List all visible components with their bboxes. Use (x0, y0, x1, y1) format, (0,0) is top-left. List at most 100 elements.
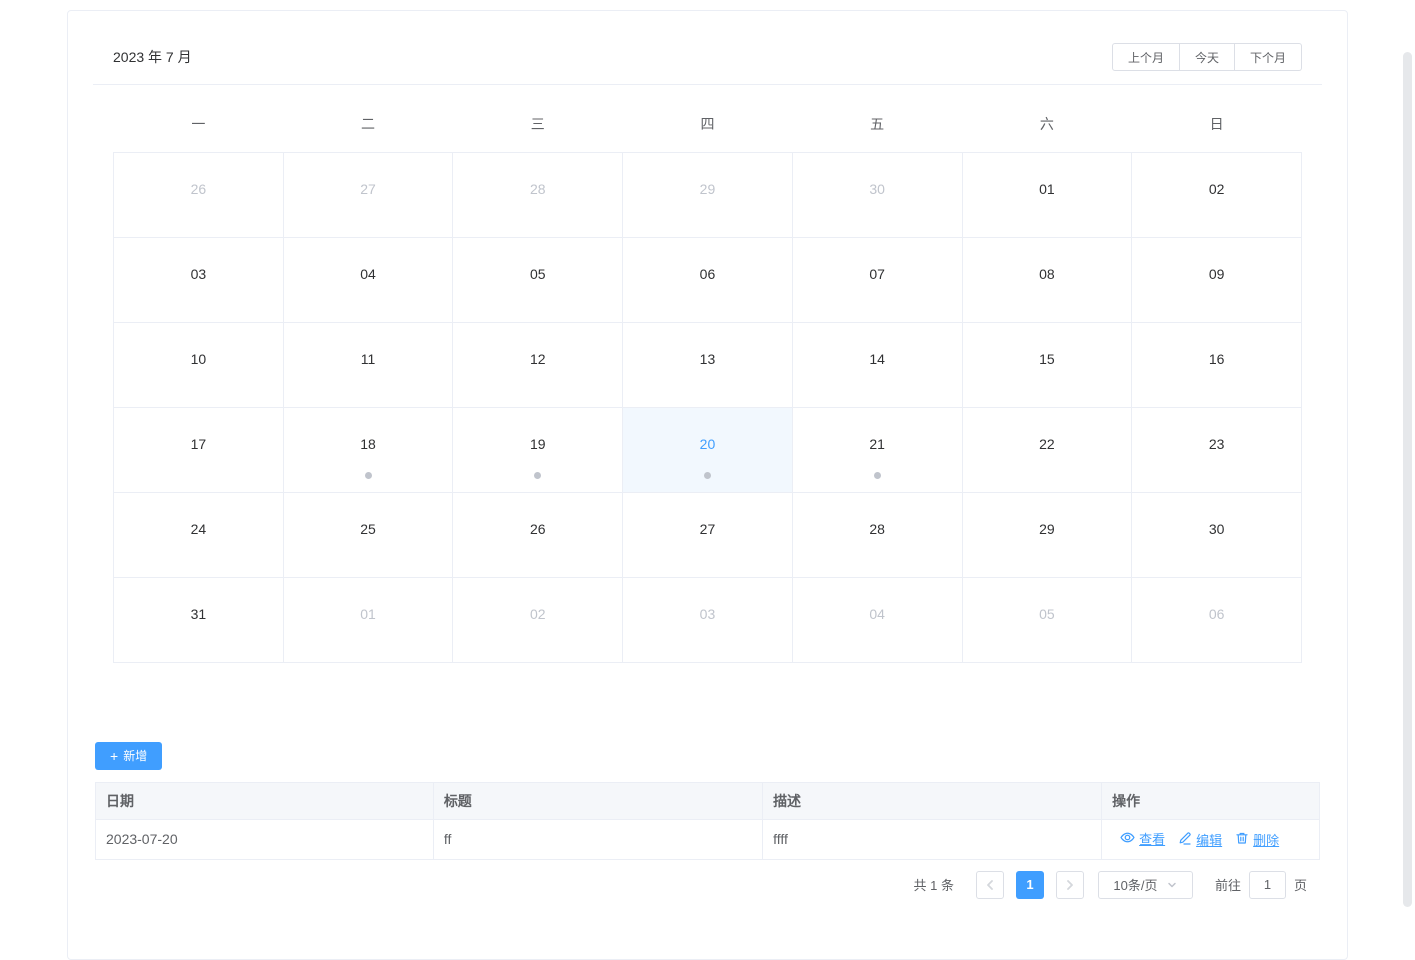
page-size-select[interactable]: 10条/页 (1098, 871, 1193, 899)
column-header: 描述 (763, 782, 1102, 819)
day-number: 05 (1039, 606, 1055, 622)
view-button[interactable]: 查看 (1120, 829, 1165, 848)
records-section: + 新增 日期标题描述操作 2023-07-20ffffff查看编辑删除 共 1… (95, 742, 1320, 899)
calendar-day-14[interactable]: 14 (792, 322, 962, 407)
table-row: 2023-07-20ffffff查看编辑删除 (96, 819, 1320, 859)
calendar-day-26[interactable]: 26 (453, 492, 623, 577)
calendar-day-10[interactable]: 10 (114, 322, 284, 407)
day-number: 01 (1039, 181, 1055, 197)
day-number: 30 (869, 181, 885, 197)
calendar-day-26[interactable]: 26 (114, 152, 284, 237)
chevron-left-icon (985, 879, 995, 891)
calendar-header: 2023 年 7 月 上个月 今天 下个月 (93, 11, 1322, 85)
calendar-day-08[interactable]: 08 (962, 237, 1132, 322)
event-dot (365, 472, 372, 479)
calendar-day-03[interactable]: 03 (623, 577, 793, 662)
calendar-day-03[interactable]: 03 (114, 237, 284, 322)
chevron-right-icon (1065, 879, 1075, 891)
calendar-day-23[interactable]: 23 (1132, 407, 1302, 492)
cell-date: 2023-07-20 (96, 819, 434, 859)
day-number: 16 (1209, 351, 1225, 367)
delete-button[interactable]: 删除 (1235, 830, 1279, 849)
calendar-day-15[interactable]: 15 (962, 322, 1132, 407)
calendar-day-18[interactable]: 18 (283, 407, 453, 492)
page-size-value: 10条/页 (1113, 875, 1157, 894)
calendar-day-27[interactable]: 27 (623, 492, 793, 577)
calendar-day-05[interactable]: 05 (453, 237, 623, 322)
goto-label: 前往 (1215, 875, 1241, 894)
day-number: 27 (360, 181, 376, 197)
weekday-header: 五 (792, 97, 962, 152)
eye-icon (1120, 830, 1135, 848)
calendar-day-07[interactable]: 07 (792, 237, 962, 322)
calendar-day-24[interactable]: 24 (114, 492, 284, 577)
calendar-day-01[interactable]: 01 (962, 152, 1132, 237)
calendar-day-29[interactable]: 29 (623, 152, 793, 237)
day-number: 01 (360, 606, 376, 622)
scrollbar-thumb[interactable] (1403, 52, 1412, 907)
calendar-day-13[interactable]: 13 (623, 322, 793, 407)
calendar-body: 一二三四五六日 26272829300102030405060708091011… (93, 85, 1322, 698)
plus-icon: + (110, 749, 118, 763)
calendar-day-30[interactable]: 30 (1132, 492, 1302, 577)
calendar-day-12[interactable]: 12 (453, 322, 623, 407)
day-number: 04 (869, 606, 885, 622)
weekday-header: 六 (962, 97, 1132, 152)
calendar-day-06[interactable]: 06 (1132, 577, 1302, 662)
calendar-day-19[interactable]: 19 (453, 407, 623, 492)
calendar-day-05[interactable]: 05 (962, 577, 1132, 662)
day-number: 10 (191, 351, 207, 367)
day-number: 13 (700, 351, 716, 367)
day-number: 26 (530, 521, 546, 537)
weekday-header: 三 (453, 97, 623, 152)
calendar-day-21[interactable]: 21 (792, 407, 962, 492)
goto-page-input[interactable] (1249, 871, 1286, 899)
calendar-day-02[interactable]: 02 (1132, 152, 1302, 237)
calendar-day-11[interactable]: 11 (283, 322, 453, 407)
chevron-down-icon (1166, 879, 1178, 891)
column-header: 操作 (1102, 782, 1320, 819)
prev-month-button[interactable]: 上个月 (1112, 43, 1180, 71)
calendar-day-31[interactable]: 31 (114, 577, 284, 662)
calendar-day-02[interactable]: 02 (453, 577, 623, 662)
calendar-day-28[interactable]: 28 (792, 492, 962, 577)
weekday-header: 二 (283, 97, 453, 152)
add-button-label: 新增 (123, 747, 147, 764)
weekday-header: 日 (1132, 97, 1302, 152)
day-number: 19 (530, 436, 546, 452)
edit-button[interactable]: 编辑 (1178, 830, 1222, 849)
day-number: 28 (530, 181, 546, 197)
calendar-day-25[interactable]: 25 (283, 492, 453, 577)
calendar-day-28[interactable]: 28 (453, 152, 623, 237)
calendar-day-01[interactable]: 01 (283, 577, 453, 662)
day-number: 05 (530, 266, 546, 282)
today-button[interactable]: 今天 (1180, 43, 1235, 71)
calendar-day-09[interactable]: 09 (1132, 237, 1302, 322)
calendar-day-20[interactable]: 20 (623, 407, 793, 492)
main-card: 2023 年 7 月 上个月 今天 下个月 一二三四五六日 2627282930… (67, 10, 1348, 960)
day-number: 17 (191, 436, 207, 452)
day-number: 18 (360, 436, 376, 452)
calendar-day-04[interactable]: 04 (792, 577, 962, 662)
trash-icon (1235, 831, 1249, 848)
calendar-day-16[interactable]: 16 (1132, 322, 1302, 407)
calendar-day-27[interactable]: 27 (283, 152, 453, 237)
calendar-day-04[interactable]: 04 (283, 237, 453, 322)
calendar-day-06[interactable]: 06 (623, 237, 793, 322)
day-number: 08 (1039, 266, 1055, 282)
weekday-header: 四 (623, 97, 793, 152)
day-number: 07 (869, 266, 885, 282)
day-number: 03 (700, 606, 716, 622)
calendar-day-29[interactable]: 29 (962, 492, 1132, 577)
next-month-button[interactable]: 下个月 (1235, 43, 1302, 71)
calendar-day-22[interactable]: 22 (962, 407, 1132, 492)
day-number: 23 (1209, 436, 1225, 452)
day-number: 26 (191, 181, 207, 197)
page-number-button[interactable]: 1 (1016, 871, 1044, 899)
prev-page-button[interactable] (976, 871, 1004, 899)
add-button[interactable]: + 新增 (95, 742, 162, 770)
calendar-day-17[interactable]: 17 (114, 407, 284, 492)
next-page-button[interactable] (1056, 871, 1084, 899)
day-number: 24 (191, 521, 207, 537)
calendar-day-30[interactable]: 30 (792, 152, 962, 237)
